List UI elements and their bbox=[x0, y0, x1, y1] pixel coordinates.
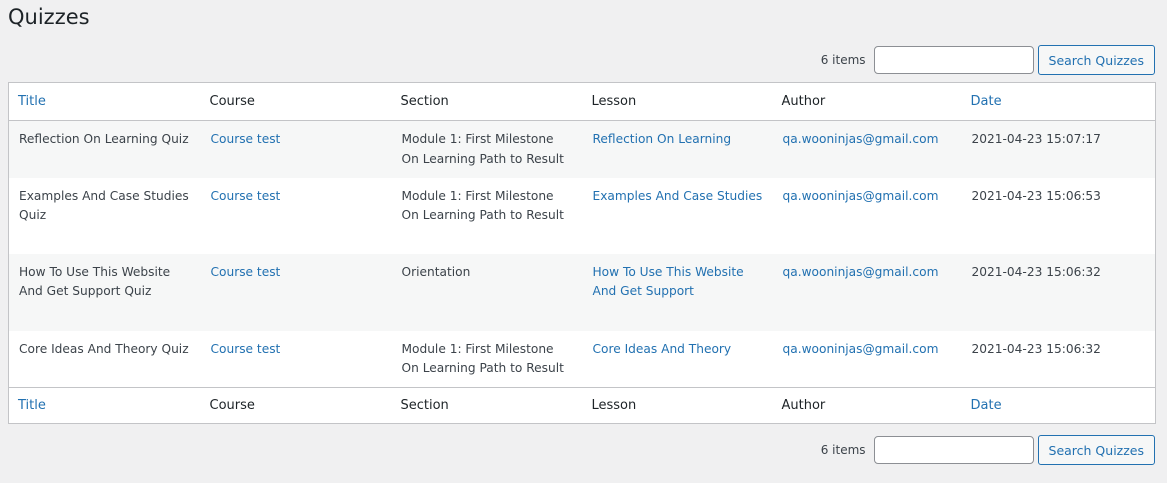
table-row: Reflection On Learning Quiz Course test … bbox=[8, 120, 1156, 178]
table-row: How To Use This Website And Get Support … bbox=[8, 253, 1156, 331]
sort-by-date-link[interactable]: Date bbox=[971, 398, 1002, 413]
author-link[interactable]: qa.wooninjas@gmail.com bbox=[783, 132, 939, 146]
quizzes-table: Title Course Section Lesson Author Date … bbox=[8, 82, 1156, 424]
author-cell: qa.wooninjas@gmail.com bbox=[773, 254, 962, 331]
column-footer-title[interactable]: Title bbox=[8, 387, 201, 424]
table-row: Core Ideas And Theory Quiz Course test M… bbox=[9, 331, 1156, 388]
course-link[interactable]: Course test bbox=[211, 342, 281, 356]
table-header-row: Title Course Section Lesson Author Date bbox=[8, 82, 1156, 121]
lesson-link[interactable]: How To Use This Website And Get Support bbox=[593, 265, 744, 299]
date-cell: 2021-04-23 15:07:17 bbox=[971, 132, 1101, 146]
lesson-link[interactable]: Reflection On Learning bbox=[593, 132, 732, 146]
table-row: Examples And Case Studies Quiz Course te… bbox=[9, 178, 1156, 254]
items-count: 6 items bbox=[820, 53, 866, 67]
course-cell: Course test bbox=[201, 254, 392, 331]
section-cell: Orientation bbox=[401, 264, 471, 279]
course-cell: Course test bbox=[201, 331, 392, 388]
lesson-cell: How To Use This Website And Get Support bbox=[583, 254, 773, 331]
quiz-title: Examples And Case Studies Quiz bbox=[19, 188, 189, 223]
section-cell: Module 1: First Milestone On Learning Pa… bbox=[401, 341, 564, 376]
quiz-title: Core Ideas And Theory Quiz bbox=[19, 341, 189, 356]
quiz-title: How To Use This Website And Get Support … bbox=[19, 264, 171, 299]
lesson-link[interactable]: Core Ideas And Theory bbox=[593, 342, 732, 356]
column-footer-section: Section bbox=[391, 387, 583, 424]
sort-by-title-link[interactable]: Title bbox=[18, 94, 46, 109]
sort-by-date-link[interactable]: Date bbox=[971, 94, 1002, 109]
search-quizzes-button[interactable]: Search Quizzes bbox=[1037, 45, 1155, 75]
column-header-title[interactable]: Title bbox=[8, 82, 201, 121]
search-input[interactable] bbox=[873, 436, 1034, 464]
author-cell: qa.wooninjas@gmail.com bbox=[773, 331, 962, 388]
items-count: 6 items bbox=[820, 443, 866, 457]
column-header-lesson: Lesson bbox=[582, 82, 773, 121]
lesson-cell: Examples And Case Studies bbox=[583, 178, 773, 254]
date-cell: 2021-04-23 15:06:32 bbox=[971, 341, 1101, 356]
column-footer-date[interactable]: Date bbox=[961, 387, 1156, 424]
course-link[interactable]: Course test bbox=[211, 265, 281, 279]
quiz-title: Reflection On Learning Quiz bbox=[19, 132, 189, 146]
author-link[interactable]: qa.wooninjas@gmail.com bbox=[783, 265, 939, 279]
author-link[interactable]: qa.wooninjas@gmail.com bbox=[783, 342, 939, 356]
lesson-cell: Reflection On Learning bbox=[583, 121, 773, 178]
section-cell: Module 1: First Milestone On Learning Pa… bbox=[401, 188, 564, 223]
tablenav-top: 6 items Search Quizzes bbox=[821, 45, 1155, 75]
search-quizzes-button[interactable]: Search Quizzes bbox=[1037, 435, 1155, 465]
column-header-date[interactable]: Date bbox=[961, 82, 1156, 121]
lesson-cell: Core Ideas And Theory bbox=[583, 331, 773, 388]
column-header-course: Course bbox=[200, 82, 392, 121]
date-cell: 2021-04-23 15:06:32 bbox=[971, 264, 1101, 279]
author-cell: qa.wooninjas@gmail.com bbox=[773, 121, 962, 178]
author-link[interactable]: qa.wooninjas@gmail.com bbox=[783, 189, 939, 203]
course-link[interactable]: Course test bbox=[211, 189, 281, 203]
column-header-section: Section bbox=[391, 82, 583, 121]
course-link[interactable]: Course test bbox=[211, 132, 281, 146]
search-input[interactable] bbox=[873, 46, 1034, 74]
course-cell: Course test bbox=[201, 121, 392, 178]
column-header-author: Author bbox=[772, 82, 962, 121]
sort-by-title-link[interactable]: Title bbox=[18, 398, 46, 413]
author-cell: qa.wooninjas@gmail.com bbox=[773, 178, 962, 254]
table-footer-row: Title Course Section Lesson Author Date bbox=[8, 387, 1156, 424]
tablenav-bottom: 6 items Search Quizzes bbox=[821, 435, 1155, 465]
date-cell: 2021-04-23 15:06:53 bbox=[971, 188, 1101, 203]
section-cell: Module 1: First Milestone On Learning Pa… bbox=[401, 132, 564, 166]
column-footer-author: Author bbox=[772, 387, 962, 424]
lesson-link[interactable]: Examples And Case Studies bbox=[593, 189, 763, 203]
column-footer-course: Course bbox=[200, 387, 392, 424]
page-title: Quizzes bbox=[8, 5, 90, 29]
column-footer-lesson: Lesson bbox=[582, 387, 773, 424]
course-cell: Course test bbox=[201, 178, 392, 254]
